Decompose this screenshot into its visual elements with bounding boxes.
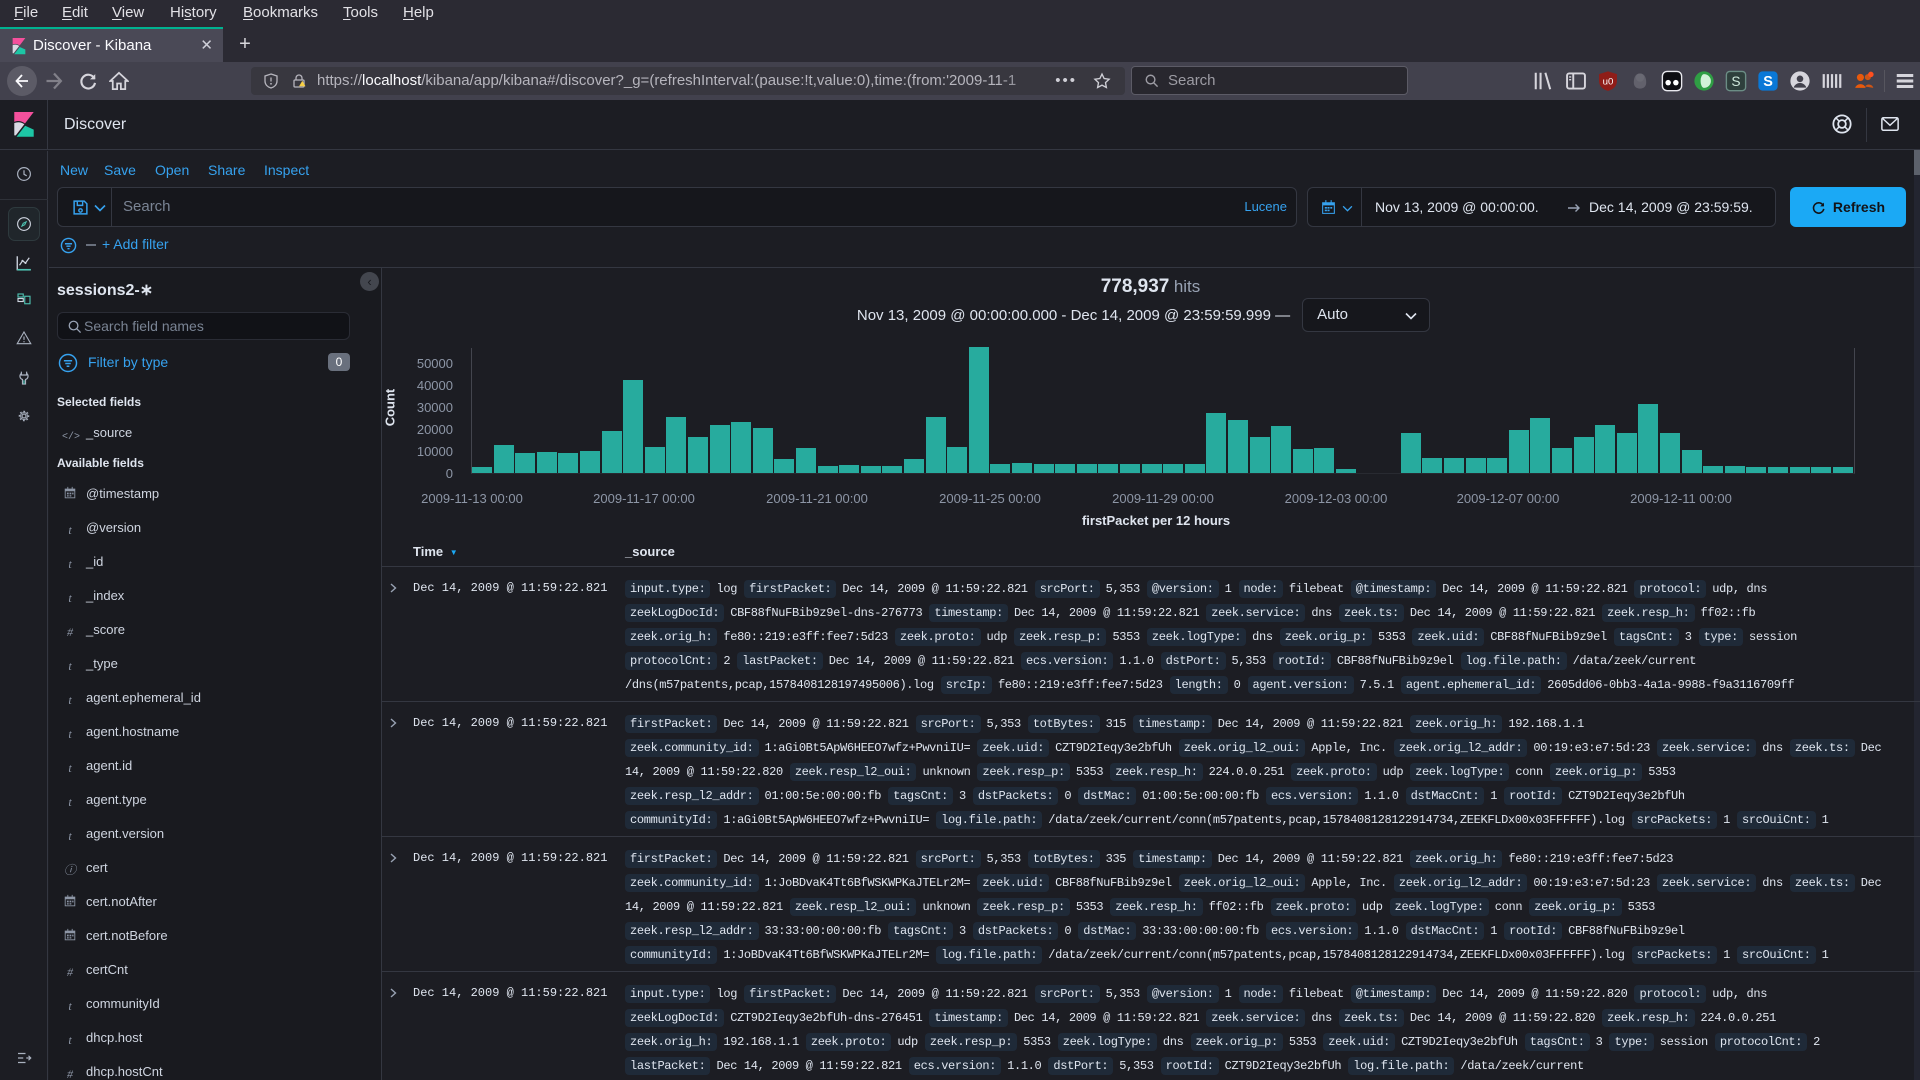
svg-text:S: S <box>1731 74 1740 89</box>
svg-text:u0: u0 <box>1603 76 1614 87</box>
svg-text:S: S <box>1763 74 1773 90</box>
